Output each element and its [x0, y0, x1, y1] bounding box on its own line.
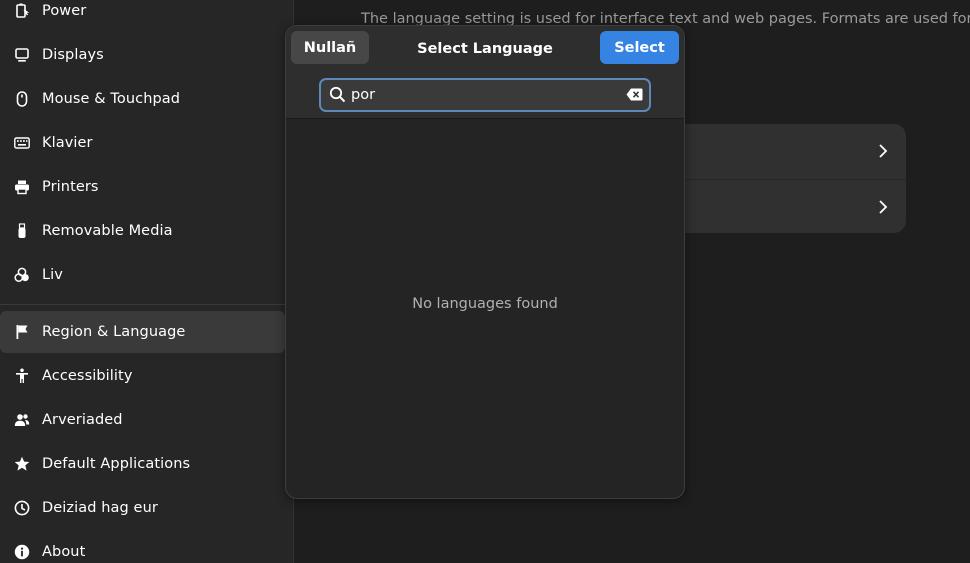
- star-icon: [14, 456, 30, 472]
- display-icon: [14, 47, 30, 63]
- sidebar-item-power[interactable]: Power: [0, 0, 285, 32]
- sidebar-item-displays[interactable]: Displays: [0, 34, 285, 76]
- printer-icon: [14, 179, 30, 195]
- select-button[interactable]: Select: [600, 31, 679, 64]
- power-icon: [14, 3, 30, 19]
- select-language-dialog: Nullañ Select Language Select No languag…: [285, 25, 685, 499]
- color-icon: [14, 267, 30, 283]
- sidebar-item-label: Liv: [42, 267, 63, 283]
- info-icon: [14, 544, 30, 560]
- empty-state-message: No languages found: [412, 296, 558, 312]
- sidebar-item-label: Printers: [42, 179, 99, 195]
- sidebar-item-label: Accessibility: [42, 368, 133, 384]
- chevron-right-icon: [879, 144, 888, 158]
- sidebar-item-mouse-touchpad[interactable]: Mouse & Touchpad: [0, 78, 285, 120]
- search-bar: [286, 71, 684, 119]
- sidebar-item-about[interactable]: About: [0, 531, 285, 563]
- sidebar-item-region-language[interactable]: Region & Language: [0, 311, 285, 353]
- sidebar-item-color[interactable]: Liv: [0, 254, 285, 296]
- flag-icon: [14, 324, 30, 340]
- sidebar-item-label: Klavier: [42, 135, 93, 151]
- sidebar-item-label: Default Applications: [42, 456, 191, 472]
- settings-window: Power Displays Mouse & Touchpad Klavier: [0, 0, 970, 563]
- search-input[interactable]: [351, 80, 611, 110]
- users-icon: [14, 412, 30, 428]
- sidebar-item-date-time[interactable]: Deiziad hag eur: [0, 487, 285, 529]
- sidebar-item-printers[interactable]: Printers: [0, 166, 285, 208]
- clock-icon: [14, 500, 30, 516]
- keyboard-icon: [14, 135, 30, 151]
- sidebar-item-removable-media[interactable]: Removable Media: [0, 210, 285, 252]
- dialog-header: Nullañ Select Language Select: [286, 26, 684, 72]
- sidebar-item-label: Mouse & Touchpad: [42, 91, 181, 107]
- sidebar-divider: [0, 304, 285, 305]
- sidebar-item-label: Removable Media: [42, 223, 173, 239]
- sidebar-item-label: Region & Language: [42, 324, 186, 340]
- search-icon: [329, 86, 346, 103]
- usb-icon: [14, 223, 30, 239]
- sidebar-item-label: Power: [42, 3, 87, 19]
- sidebar-item-keyboard[interactable]: Klavier: [0, 122, 285, 164]
- search-field[interactable]: [319, 78, 651, 112]
- chevron-right-icon: [879, 200, 888, 214]
- mouse-icon: [14, 91, 30, 107]
- sidebar-item-label: Deiziad hag eur: [42, 500, 158, 516]
- cancel-button[interactable]: Nullañ: [291, 31, 369, 64]
- sidebar-item-label: Displays: [42, 47, 104, 63]
- sidebar-item-label: About: [42, 544, 86, 560]
- sidebar: Power Displays Mouse & Touchpad Klavier: [0, 0, 294, 563]
- sidebar-item-users[interactable]: Arveriaded: [0, 399, 285, 441]
- sidebar-item-accessibility[interactable]: Accessibility: [0, 355, 285, 397]
- sidebar-item-default-applications[interactable]: Default Applications: [0, 443, 285, 485]
- sidebar-item-label: Arveriaded: [42, 412, 123, 428]
- accessibility-icon: [14, 368, 30, 384]
- clear-icon[interactable]: [626, 88, 643, 101]
